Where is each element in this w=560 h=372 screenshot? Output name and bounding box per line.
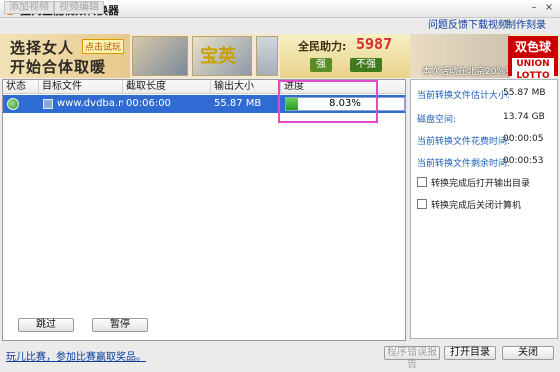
banner-vote-title: 全民助力: — [298, 40, 347, 53]
banner-slogan-line2: 开始合体取暖 — [10, 58, 107, 76]
close-window-button[interactable]: × — [543, 2, 555, 14]
disk-space-label: 磁盘空间: — [417, 115, 457, 125]
col-output-size[interactable]: 输出大小 — [211, 80, 281, 94]
col-target-file[interactable]: 目标文件 — [39, 80, 123, 94]
lotto-subtitle: UNION LOTTO — [512, 58, 554, 78]
contest-link[interactable]: 玩儿比赛，参加比赛赢取奖品。 — [6, 348, 146, 363]
col-clip-length[interactable]: 截取长度 — [123, 80, 211, 94]
elapsed-time-value: 00:00:05 — [503, 134, 544, 144]
shutdown-label[interactable]: 转换完成后关闭计算机 — [431, 198, 521, 211]
progress-highlight-box — [278, 80, 378, 123]
info-panel: 当前转换文件估计大小: 55.87 MB 磁盘空间: 13.74 GB 当前转换… — [410, 79, 558, 339]
est-size-label: 当前转换文件估计大小: — [417, 91, 511, 101]
skip-button[interactable]: 跳过 — [18, 318, 74, 332]
lotto-logo: 双色球 UNION LOTTO — [508, 36, 558, 78]
remaining-time-label: 当前转换文件剩余时间: — [417, 159, 511, 169]
open-output-dir-checkbox[interactable] — [417, 177, 427, 187]
row-output-size: 55.87 MB — [214, 98, 262, 109]
banner-slogan-line1: 选择女人 — [10, 39, 75, 57]
banner-vote-strong[interactable]: 强 — [310, 58, 332, 72]
banner-vote-weak[interactable]: 不强 — [350, 58, 382, 72]
banner-tag: 点击试玩 — [82, 39, 125, 54]
add-video-button[interactable]: 添加视频 — [4, 1, 54, 14]
open-directory-button[interactable]: 打开目录 — [444, 346, 496, 360]
disk-space-value: 13.74 GB — [503, 112, 545, 122]
banner-character-image — [256, 36, 278, 76]
elapsed-time-label: 当前转换文件花费时间: — [417, 137, 511, 147]
feedback-link[interactable]: 问题反馈 — [428, 19, 468, 32]
banner-vote-panel: 全民助力: 5987 强 不强 — [280, 34, 410, 78]
close-button[interactable]: 关闭 — [502, 346, 554, 360]
row-clip-length: 00:06:00 — [126, 98, 171, 109]
est-size-value: 55.87 MB — [503, 88, 546, 98]
download-video-link[interactable]: 下载视频 — [468, 19, 508, 32]
row-target-file: www.dvdba.net.... — [57, 98, 123, 109]
report-error-button: 程序错误报告 — [384, 346, 440, 370]
converting-status-icon — [7, 98, 19, 110]
ad-banner[interactable]: 选择女人 开始合体取暖 点击试玩 宝英 全民助力: 5987 强 不强 本次活动… — [0, 34, 560, 78]
open-output-dir-label[interactable]: 转换完成后打开输出目录 — [431, 176, 530, 189]
banner-vote-number: 5987 — [356, 35, 393, 53]
pause-button[interactable]: 暂停 — [92, 318, 148, 332]
minimize-button[interactable]: – — [528, 2, 540, 14]
banner-right-panel: 本次活动在北京20%参与 — [410, 34, 523, 78]
col-status[interactable]: 状态 — [3, 80, 39, 94]
banner-char-label: 宝英 — [200, 46, 236, 67]
shutdown-checkbox[interactable] — [417, 199, 427, 209]
video-edit-button[interactable]: 视频编辑 — [54, 1, 104, 14]
remaining-time-value: 00:00:53 — [503, 156, 544, 166]
lotto-title: 双色球 — [514, 40, 551, 54]
video-file-icon — [43, 99, 53, 109]
banner-character-image — [132, 36, 188, 76]
